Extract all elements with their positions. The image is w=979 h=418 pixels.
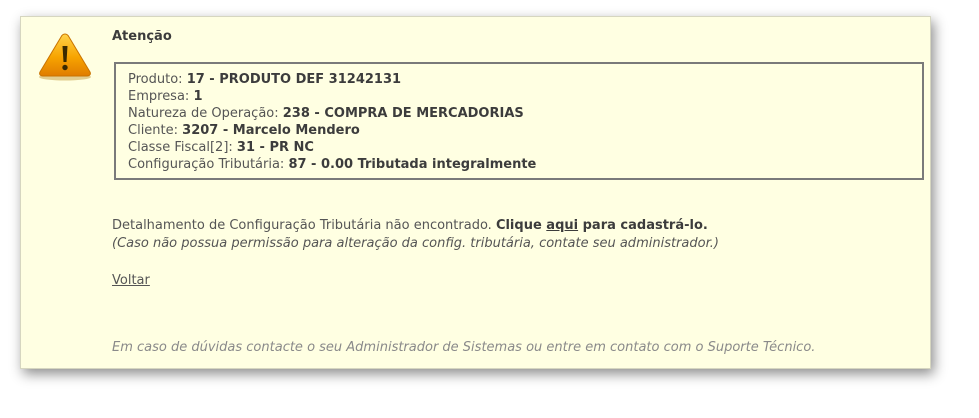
detail-label: Produto:: [128, 72, 187, 87]
warning-dialog: Atenção Produto: 17 - PRODUTO DEF 312421…: [20, 16, 931, 369]
permission-hint: (Caso não possua permissão para alteraçã…: [112, 236, 719, 251]
detail-classe-fiscal: Classe Fiscal[2]: 31 - PR NC: [128, 139, 922, 156]
message-after-text: para cadastrá-lo.: [578, 218, 708, 233]
detail-config-tributaria: Configuração Tributária: 87 - 0.00 Tribu…: [128, 156, 922, 173]
detail-empresa: Empresa: 1: [128, 88, 922, 105]
message-click-text: Clique: [495, 218, 547, 233]
detail-cliente: Cliente: 3207 - Marcelo Mendero: [128, 122, 922, 139]
error-message: Detalhamento de Configuração Tributária …: [112, 217, 708, 234]
detail-label: Empresa:: [128, 89, 194, 104]
back-link[interactable]: Voltar: [112, 273, 150, 288]
detail-natureza: Natureza de Operação: 238 - COMPRA DE ME…: [128, 105, 922, 122]
detail-value: 3207 - Marcelo Mendero: [182, 123, 360, 138]
detail-label: Cliente:: [128, 123, 183, 138]
warning-icon: [39, 33, 91, 81]
detail-label: Natureza de Operação:: [128, 106, 283, 121]
detail-produto: Produto: 17 - PRODUTO DEF 31242131: [128, 71, 922, 88]
detail-label: Classe Fiscal[2]:: [128, 140, 237, 155]
support-footer: Em caso de dúvidas contacte o seu Admini…: [112, 340, 816, 355]
details-box: Produto: 17 - PRODUTO DEF 31242131 Empre…: [114, 62, 924, 180]
detail-value: 17 - PRODUTO DEF 31242131: [186, 72, 402, 87]
detail-value: 238 - COMPRA DE MERCADORIAS: [282, 106, 524, 121]
detail-label: Configuração Tributária:: [128, 157, 289, 172]
dialog-title: Atenção: [112, 29, 172, 44]
detail-value: 1: [193, 89, 203, 104]
register-link[interactable]: aqui: [546, 218, 578, 233]
message-text: Detalhamento de Configuração Tributária …: [112, 218, 496, 233]
detail-value: 87 - 0.00 Tributada integralmente: [288, 157, 537, 172]
detail-value: 31 - PR NC: [236, 140, 314, 155]
